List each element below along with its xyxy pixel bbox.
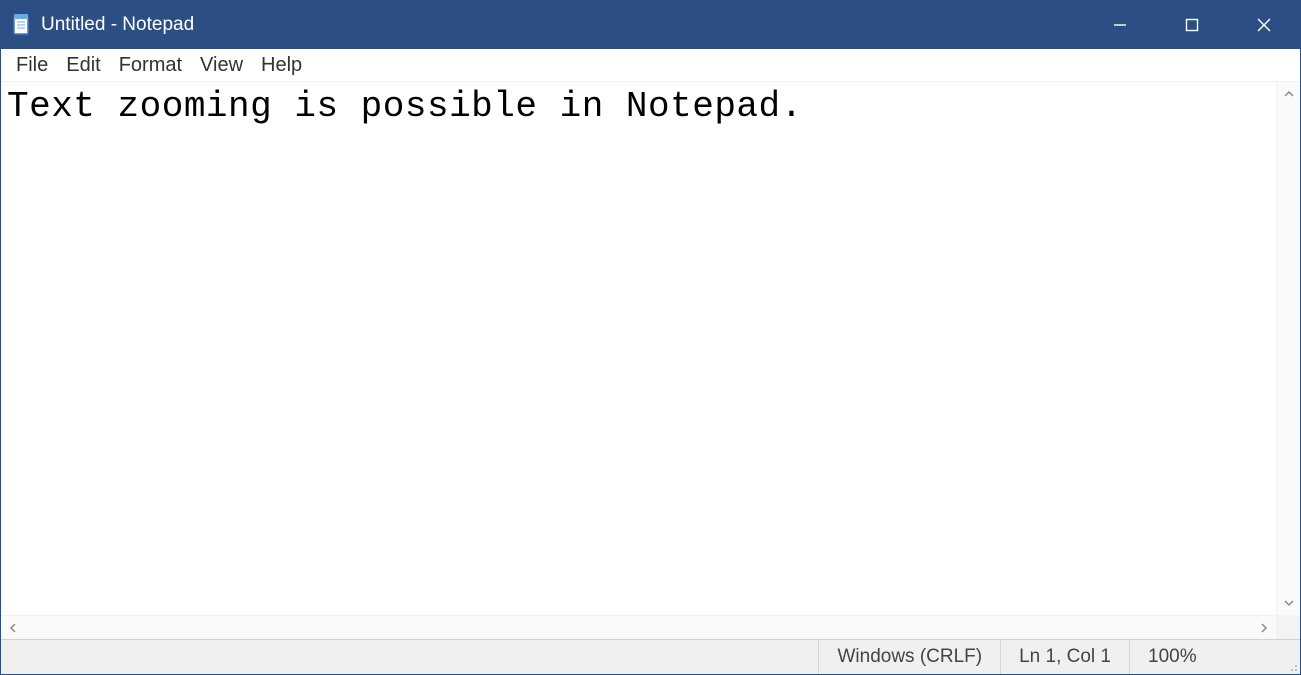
text-editor[interactable]: Text zooming is possible in Notepad. bbox=[7, 86, 1272, 615]
editor-area: Text zooming is possible in Notepad. bbox=[1, 82, 1300, 639]
scroll-down-arrow-icon[interactable] bbox=[1277, 591, 1300, 615]
notepad-window: Untitled - Notepad File Edit Format View… bbox=[0, 0, 1301, 675]
titlebar[interactable]: Untitled - Notepad bbox=[1, 1, 1300, 49]
scroll-up-arrow-icon[interactable] bbox=[1277, 82, 1300, 106]
menubar: File Edit Format View Help bbox=[1, 49, 1300, 82]
scroll-corner bbox=[1276, 615, 1300, 639]
status-line-ending: Windows (CRLF) bbox=[819, 640, 1001, 674]
status-cursor-position: Ln 1, Col 1 bbox=[1001, 640, 1130, 674]
status-zoom: 100% bbox=[1130, 640, 1280, 674]
vertical-scrollbar[interactable] bbox=[1276, 82, 1300, 615]
horizontal-scrollbar[interactable] bbox=[1, 615, 1276, 639]
statusbar: Windows (CRLF) Ln 1, Col 1 100% bbox=[1, 639, 1300, 674]
minimize-button[interactable] bbox=[1084, 1, 1156, 49]
scroll-left-arrow-icon[interactable] bbox=[1, 616, 25, 639]
menu-format[interactable]: Format bbox=[110, 52, 191, 79]
menu-view[interactable]: View bbox=[191, 52, 252, 79]
menu-help[interactable]: Help bbox=[252, 52, 311, 79]
resize-grip-icon[interactable] bbox=[1280, 640, 1300, 674]
menu-edit[interactable]: Edit bbox=[57, 52, 109, 79]
maximize-button[interactable] bbox=[1156, 1, 1228, 49]
close-button[interactable] bbox=[1228, 1, 1300, 49]
window-controls bbox=[1084, 1, 1300, 49]
notepad-icon bbox=[11, 13, 33, 37]
window-title: Untitled - Notepad bbox=[41, 14, 194, 36]
status-spacer bbox=[1, 640, 819, 674]
menu-file[interactable]: File bbox=[7, 52, 57, 79]
scroll-right-arrow-icon[interactable] bbox=[1252, 616, 1276, 639]
